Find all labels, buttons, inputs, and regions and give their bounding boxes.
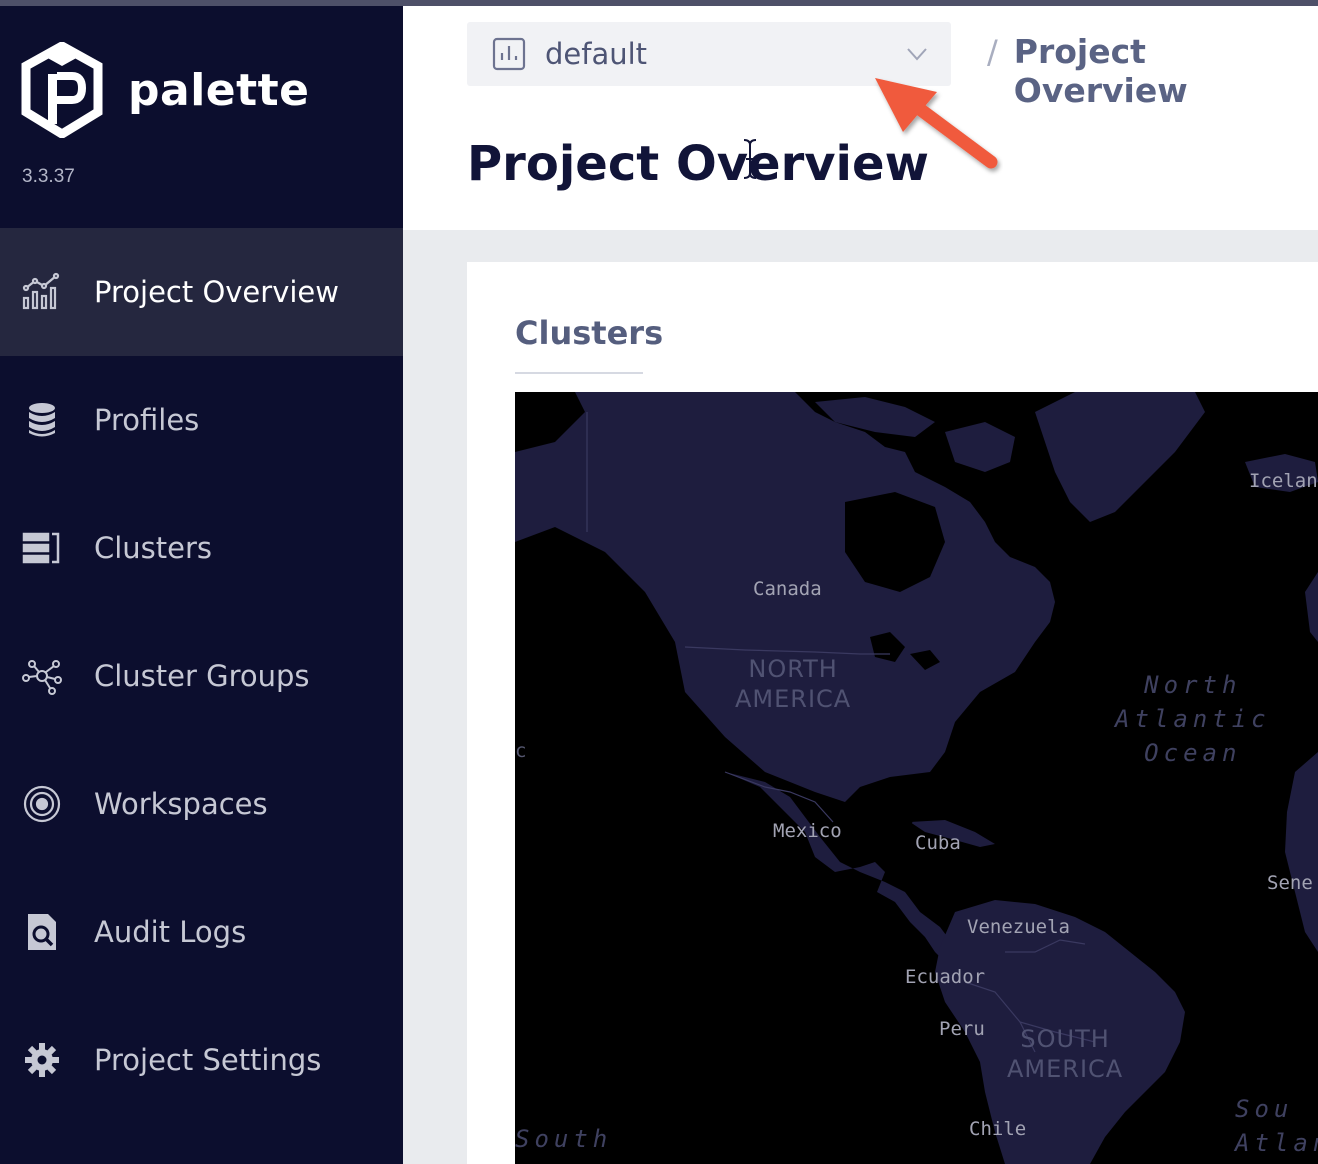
- breadcrumb-current[interactable]: Project Overview: [1014, 32, 1318, 110]
- sidebar-item-workspaces[interactable]: Workspaces: [0, 740, 403, 868]
- section-title: Clusters: [515, 314, 664, 352]
- map-label-edge: c: [515, 740, 527, 762]
- map-label-south-america: SOUTH AMERICA: [1007, 1025, 1124, 1083]
- app-logo[interactable]: palette: [20, 42, 310, 138]
- sidebar: palette 3.3.37 Project Overview Profiles…: [0, 6, 403, 1164]
- page-title: Project Overview: [467, 136, 929, 192]
- map-label-iceland: Iceland: [1249, 470, 1318, 492]
- map-label-north-america: NORTH AMERICA: [735, 655, 852, 713]
- map-label-senegal: Sene: [1267, 872, 1313, 894]
- sidebar-item-audit-logs[interactable]: Audit Logs: [0, 868, 403, 996]
- sidebar-item-label: Workspaces: [94, 787, 268, 821]
- chevron-down-icon[interactable]: [905, 42, 929, 66]
- sidebar-item-cluster-groups[interactable]: Cluster Groups: [0, 612, 403, 740]
- network-icon: [22, 656, 62, 696]
- annotation-arrow-icon: [875, 78, 998, 169]
- sidebar-item-label: Clusters: [94, 531, 213, 565]
- map-label-venezuela: Venezuela: [967, 916, 1070, 938]
- project-chart-icon: [492, 37, 526, 71]
- map-land: [515, 392, 1318, 1164]
- map-label-peru: Peru: [939, 1018, 985, 1040]
- page-header: default / Project Overview Project Overv…: [403, 6, 1318, 230]
- sidebar-item-label: Profiles: [94, 403, 200, 437]
- sidebar-item-label: Project Overview: [94, 275, 339, 309]
- sidebar-item-clusters[interactable]: Clusters: [0, 484, 403, 612]
- sidebar-item-label: Cluster Groups: [94, 659, 310, 693]
- map-label-south: South: [515, 1125, 613, 1153]
- map-label-cuba: Cuba: [915, 832, 961, 854]
- sidebar-item-label: Audit Logs: [94, 915, 247, 949]
- map-label-canada: Canada: [753, 578, 822, 600]
- app-version: 3.3.37: [22, 166, 75, 187]
- file-search-icon: [22, 912, 62, 952]
- section-underline: [515, 372, 643, 374]
- palette-logo-icon: [21, 42, 103, 138]
- app-name: palette: [128, 64, 310, 116]
- gear-icon: [22, 1040, 62, 1080]
- orbit-icon: [22, 784, 62, 824]
- text-cursor-icon: [743, 139, 757, 179]
- sidebar-item-project-overview[interactable]: Project Overview: [0, 228, 403, 356]
- sidebar-item-project-settings[interactable]: Project Settings: [0, 996, 403, 1124]
- map-label-mexico: Mexico: [773, 820, 842, 842]
- server-list-icon: [22, 528, 62, 568]
- sidebar-item-profiles[interactable]: Profiles: [0, 356, 403, 484]
- chart-icon: [22, 272, 62, 312]
- breadcrumb: / Project Overview: [987, 32, 1318, 110]
- map-label-ecuador: Ecuador: [905, 966, 986, 988]
- sidebar-item-label: Project Settings: [94, 1043, 322, 1077]
- clusters-map[interactable]: Canada NORTH AMERICA North Atlantic Ocea…: [515, 392, 1318, 1164]
- database-icon: [22, 400, 62, 440]
- sidebar-nav: Project Overview Profiles Clusters Clust…: [0, 228, 403, 1124]
- clusters-card: Clusters Canada NORTH AMERICA North Atla…: [467, 262, 1318, 1164]
- project-selector-value: default: [545, 37, 648, 71]
- map-label-chile: Chile: [969, 1118, 1027, 1140]
- map-label-north-atlantic: North Atlantic Ocean: [1115, 671, 1271, 767]
- map-label-south-atlantic: Sou Atlan: [1235, 1095, 1318, 1157]
